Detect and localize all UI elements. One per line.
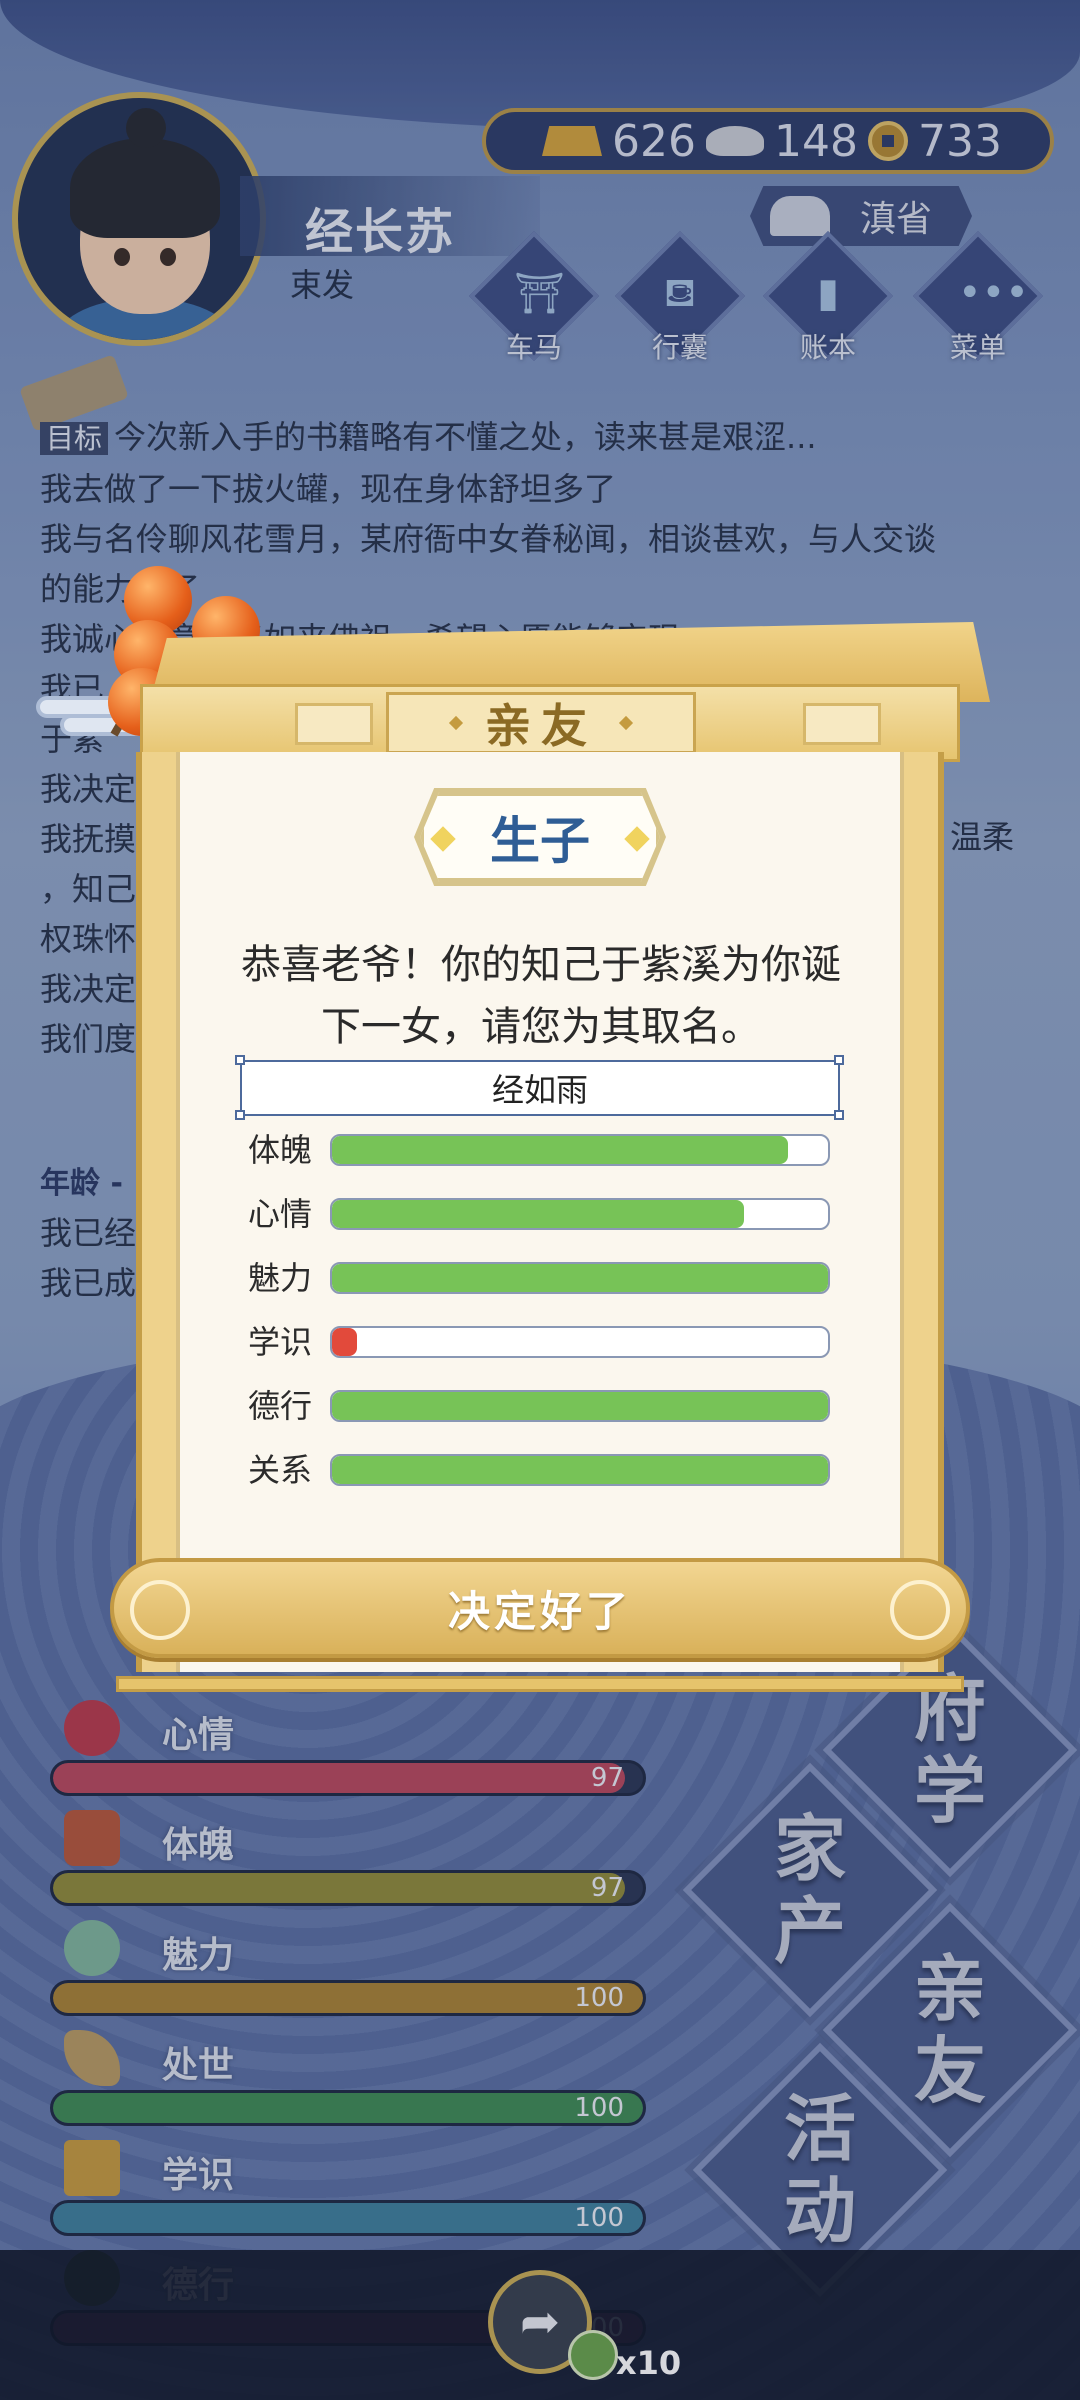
swirl-ornament-icon [890, 1580, 950, 1640]
attribute-fill [332, 1456, 828, 1484]
confirm-button[interactable]: 决定好了 [110, 1558, 970, 1658]
message-line: 下一女，请您为其取名。 [321, 1004, 761, 1050]
input-corner [235, 1110, 245, 1120]
input-corner [834, 1110, 844, 1120]
modal-title: 亲友 [485, 699, 597, 753]
swirl-ornament-icon [130, 1580, 190, 1640]
modal-title-box: 亲友 [386, 692, 696, 754]
attribute-label: 心情 [248, 1195, 313, 1233]
ornament-dot [618, 715, 634, 731]
header-ornament [803, 703, 881, 745]
ornament-dot [448, 715, 464, 731]
attribute-row: 关系 [248, 1450, 848, 1490]
gem-icon [430, 826, 456, 852]
attribute-row: 心情 [248, 1194, 848, 1234]
header-ornament [295, 703, 373, 745]
attribute-label: 关系 [248, 1451, 313, 1489]
attribute-row: 德行 [248, 1386, 848, 1426]
attribute-row: 魅力 [248, 1258, 848, 1298]
message-line: 恭喜老爷！你的知己于紫溪为你诞 [241, 942, 841, 988]
game-screen: 经长苏 束发 626 148 733 滇省 ⛩ 车马 ⛾ 行囊 ▮ 账本 •••… [0, 0, 1080, 2400]
attribute-row: 学识 [248, 1322, 848, 1362]
attribute-label: 魅力 [248, 1259, 313, 1297]
attribute-label: 体魄 [248, 1131, 313, 1169]
confirm-label: 决定好了 [447, 1586, 632, 1636]
input-corner [834, 1055, 844, 1065]
event-tag: 生子 [420, 792, 660, 882]
attribute-fill [332, 1136, 789, 1164]
attribute-fill [332, 1200, 744, 1228]
child-name-input[interactable] [240, 1060, 840, 1116]
input-corner [235, 1055, 245, 1065]
gem-icon [624, 826, 650, 852]
attribute-label: 学识 [248, 1323, 313, 1361]
event-title: 生子 [490, 812, 590, 870]
attribute-bar [330, 1326, 830, 1358]
attribute-bar [330, 1390, 830, 1422]
attribute-bar [330, 1262, 830, 1294]
attribute-fill [332, 1328, 357, 1356]
attribute-label: 德行 [248, 1387, 313, 1425]
attribute-fill [332, 1392, 828, 1420]
attribute-bar [330, 1134, 830, 1166]
attribute-fill [332, 1264, 828, 1292]
attribute-bar [330, 1198, 830, 1230]
modal-bottom-rail [116, 1676, 964, 1692]
attribute-row: 体魄 [248, 1130, 848, 1170]
modal-message: 恭喜老爷！你的知己于紫溪为你诞 下一女，请您为其取名。 [196, 934, 886, 1058]
attribute-bar [330, 1454, 830, 1486]
